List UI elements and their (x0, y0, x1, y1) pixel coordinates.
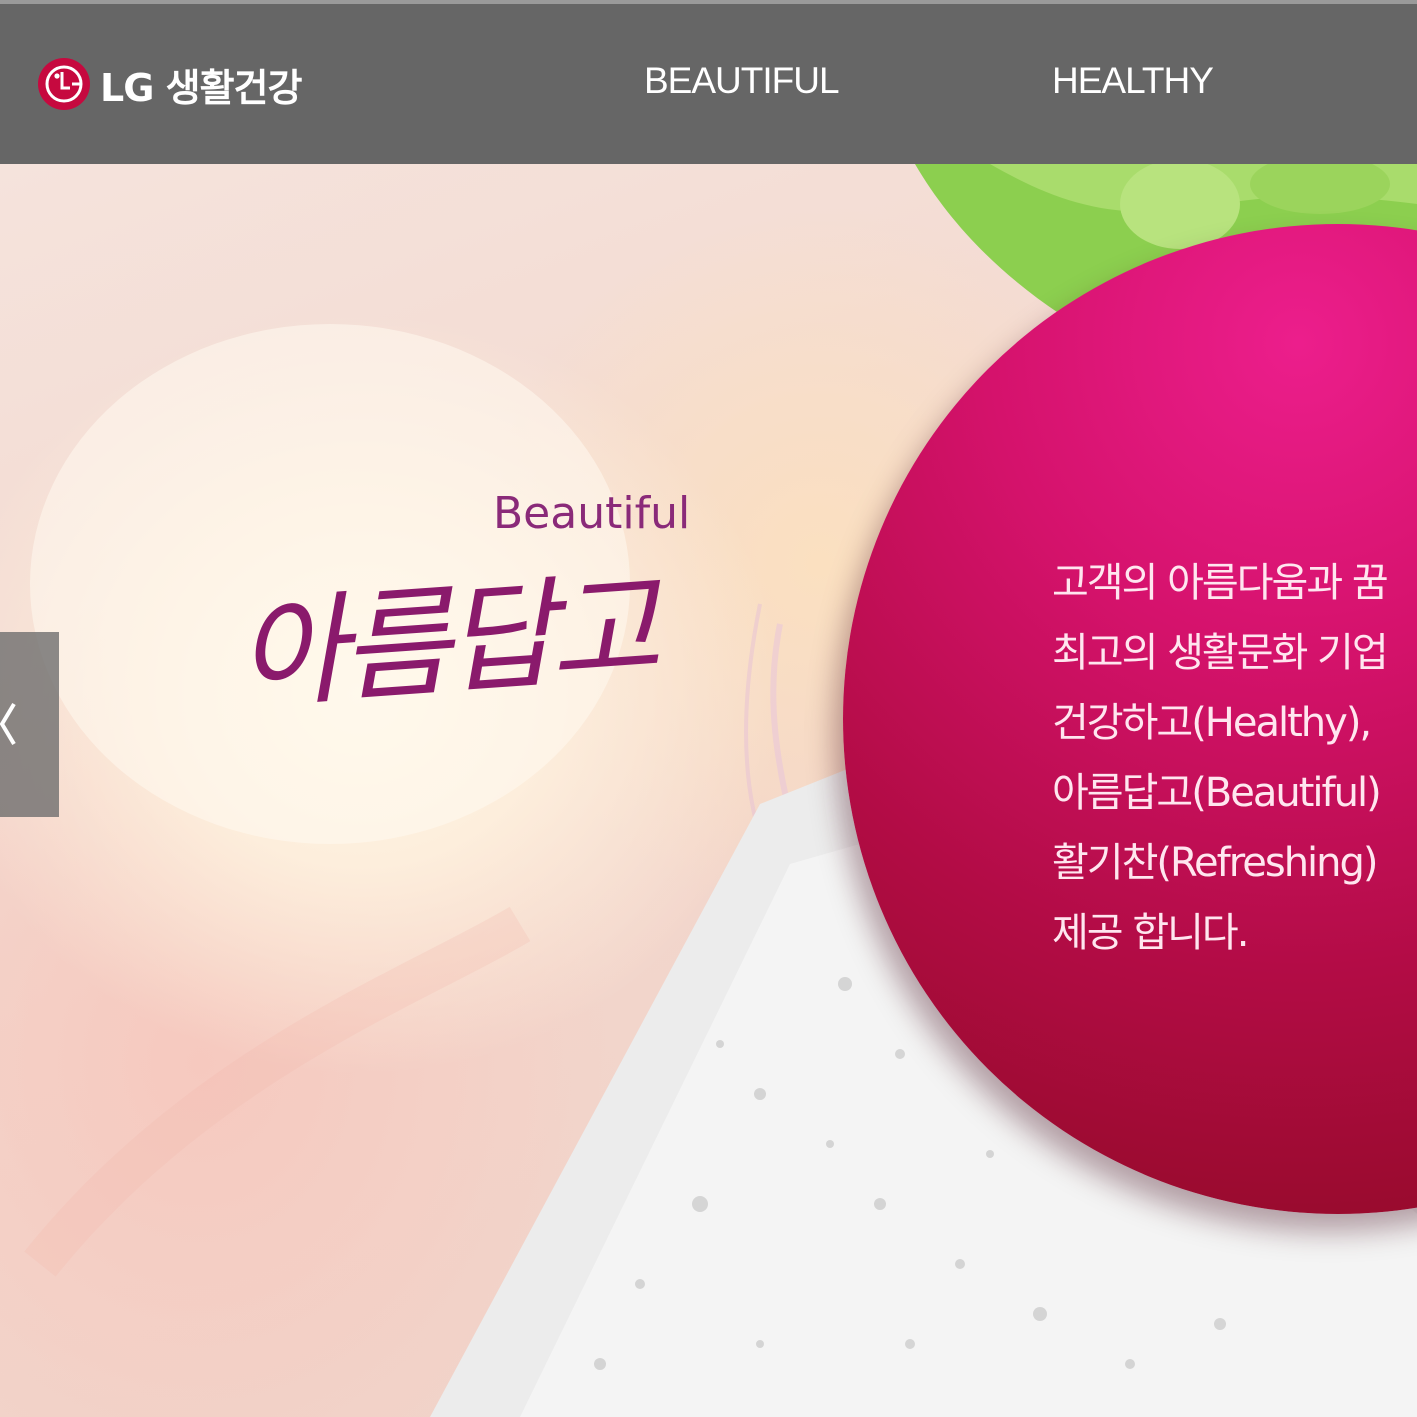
hero-banner: 고객의 아름다움과 꿈 최고의 생활문화 기업 건강하고(Healthy), 아… (0, 164, 1417, 1417)
lg-household-logo[interactable]: LG 생활건강 (36, 54, 302, 114)
nav-healthy[interactable]: HEALTHY (1052, 60, 1214, 102)
chevron-left-icon (0, 702, 16, 746)
vision-description: 고객의 아름다움과 꿈 최고의 생활문화 기업 건강하고(Healthy), 아… (1052, 548, 1417, 968)
description-line: 고객의 아름다움과 꿈 (1052, 560, 1389, 606)
slogan-korean-calligraphy: 아름답고 (231, 559, 659, 727)
nav-beautiful[interactable]: BEAUTIFUL (644, 60, 840, 102)
description-line: 제공 합니다. (1052, 910, 1249, 956)
logo-text: LG 생활건강 (100, 65, 302, 110)
site-header: LG 생활건강 BEAUTIFUL HEALTHY (0, 4, 1417, 164)
slogan-english: Beautiful (493, 488, 691, 539)
description-line: 활기찬(Refreshing) (1052, 840, 1379, 886)
description-line: 아름답고(Beautiful) (1052, 770, 1382, 816)
prev-slide-button[interactable] (0, 632, 59, 817)
description-line: 최고의 생활문화 기업 (1052, 630, 1389, 676)
description-line: 건강하고(Healthy), (1052, 700, 1372, 746)
lg-logo-icon (38, 58, 90, 110)
